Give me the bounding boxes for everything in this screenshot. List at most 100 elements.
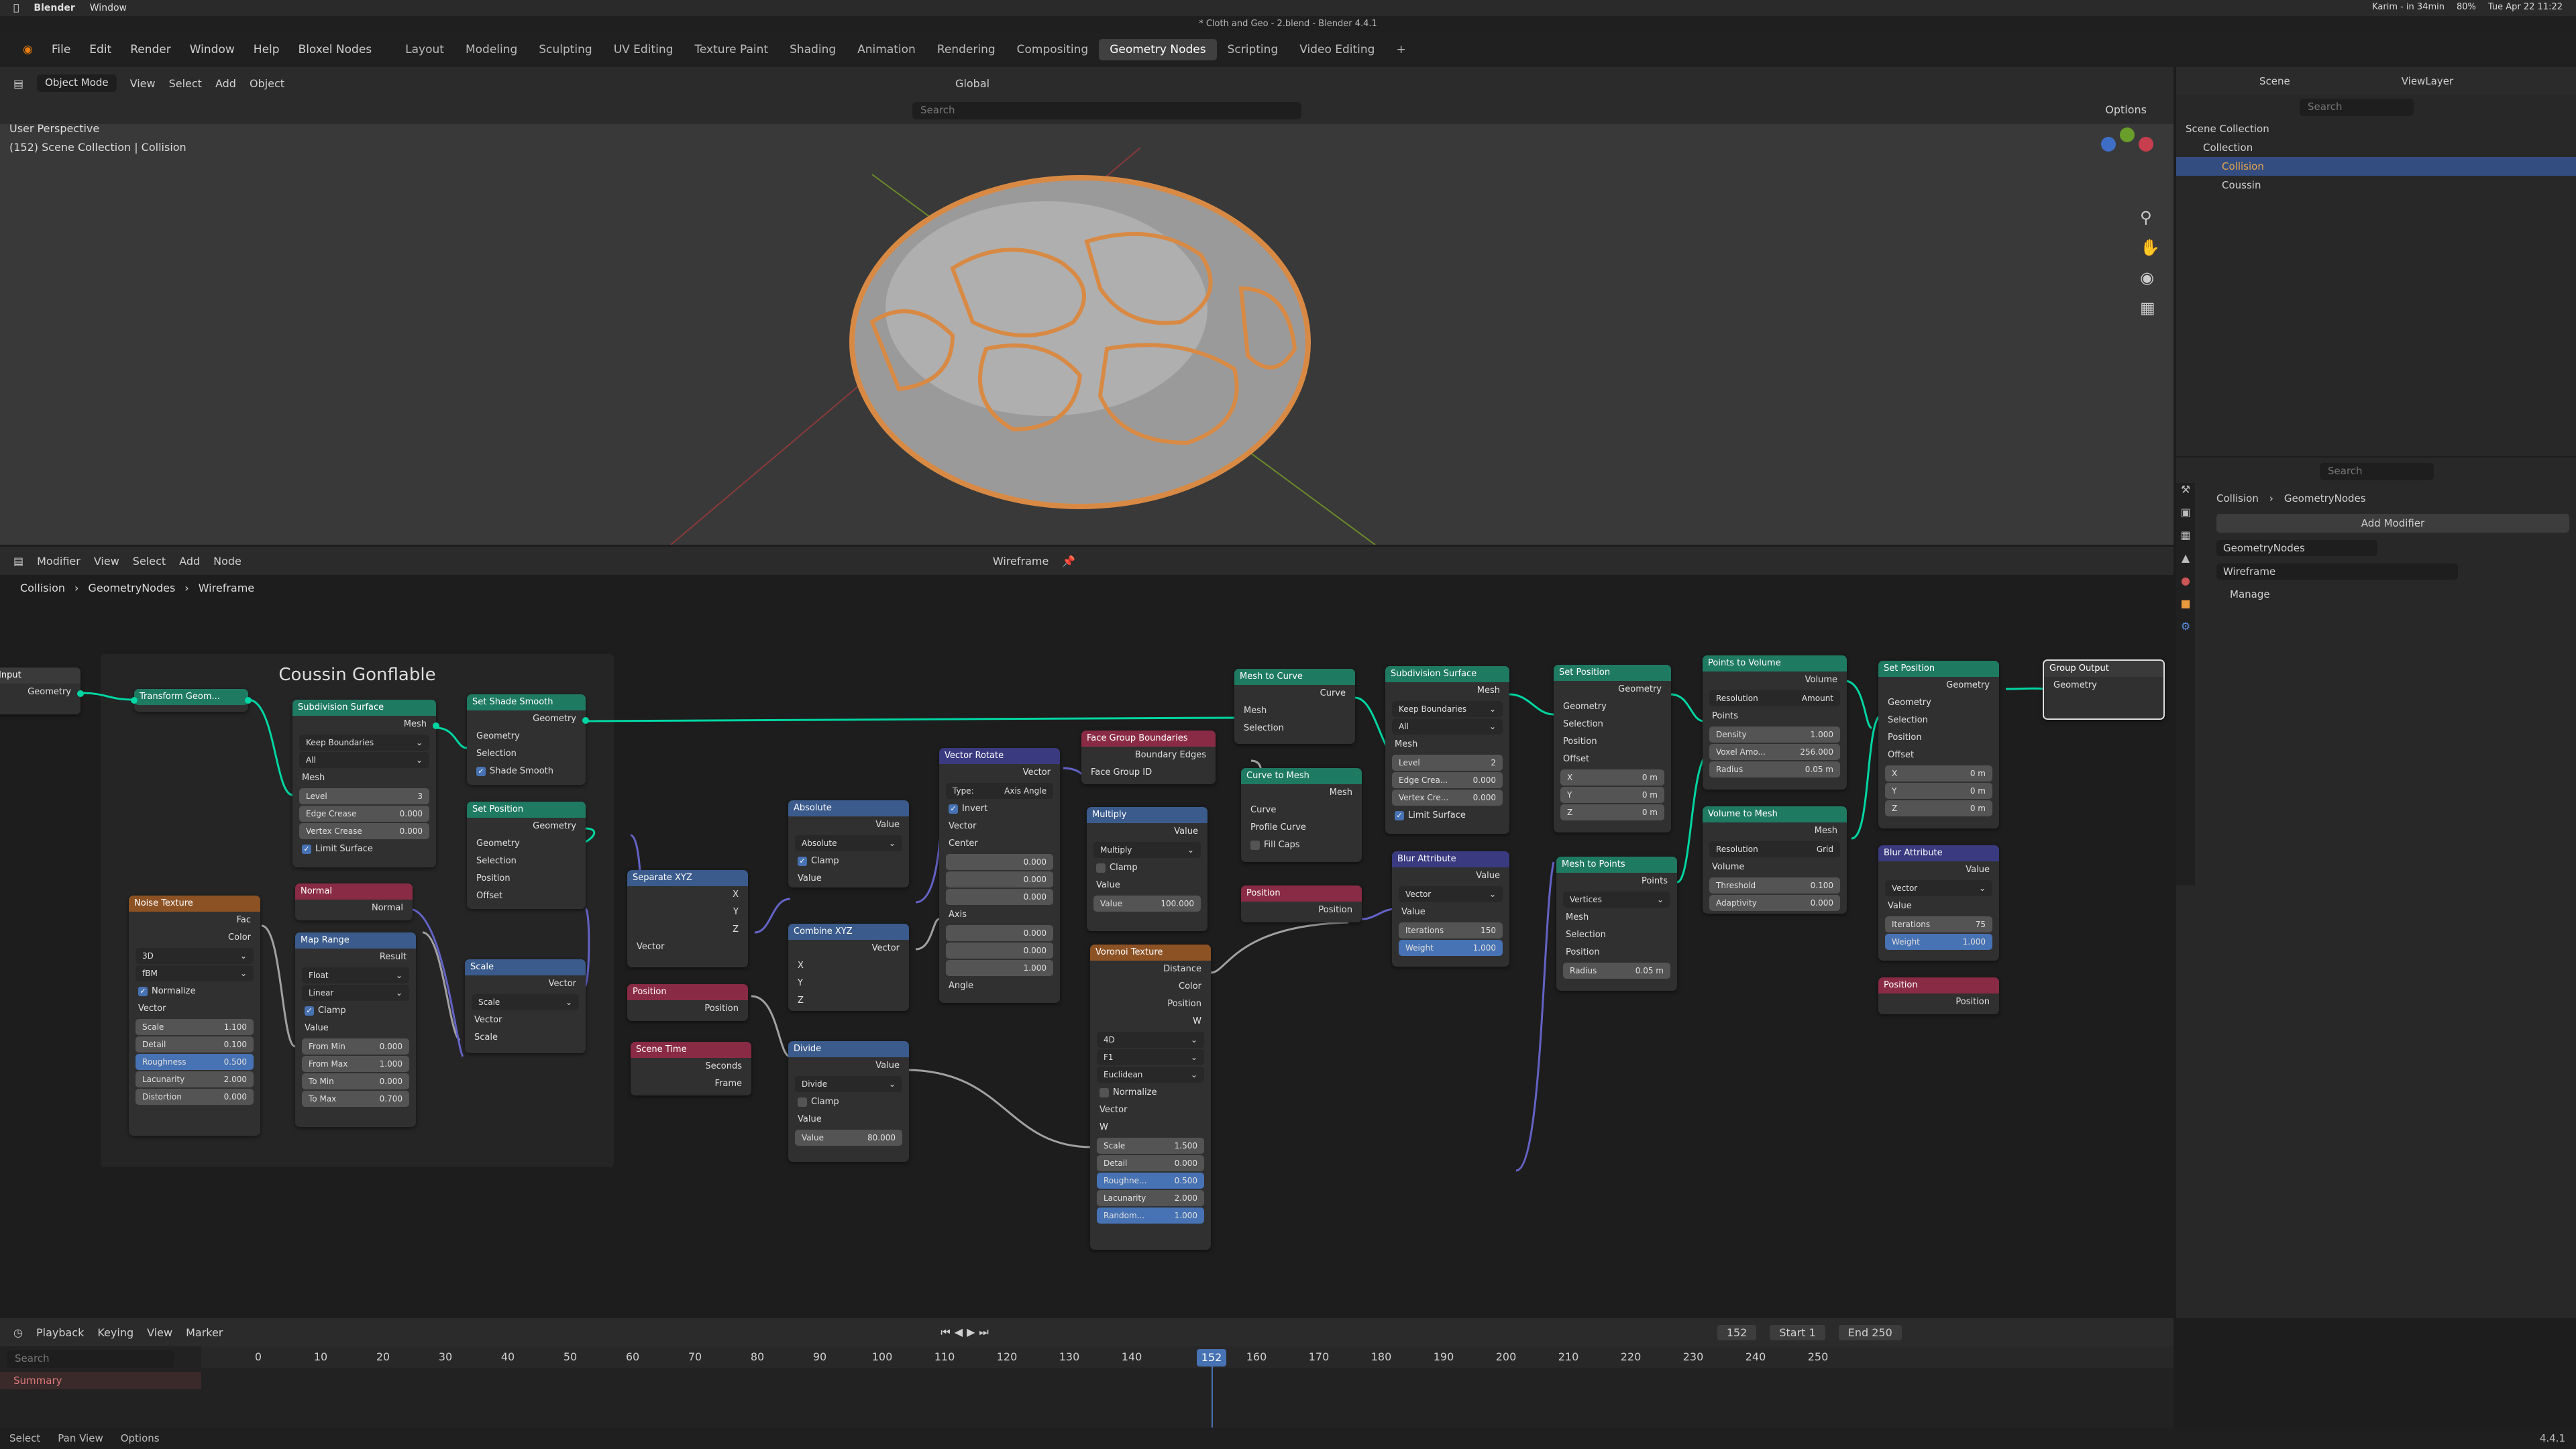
timeline-search[interactable]: Search (7, 1350, 174, 1368)
tab-video-editing[interactable]: Video Editing (1289, 39, 1385, 60)
node-position-1[interactable]: Position Position (627, 984, 748, 1021)
node-volume-to-mesh[interactable]: Volume to Mesh Mesh Resolution Grid Volum… (1703, 806, 1847, 914)
shade-smooth-checkbox[interactable]: ✓ Shade Smooth (467, 763, 586, 780)
viewport-menu-add[interactable]: Add (215, 77, 236, 90)
vertex-crease-field[interactable]: Vertex Cre... 0.000 (1392, 790, 1503, 806)
battery-status[interactable]: 80% (2457, 2, 2476, 12)
radius-field[interactable]: Radius 0.05 m (1709, 761, 1840, 777)
node-editor[interactable]: ▤ Modifier View Select Add Node Wirefram… (0, 547, 2174, 1318)
axis-x-field[interactable]: 0.000 (946, 925, 1053, 941)
menu-help[interactable]: Help (244, 43, 289, 56)
node-position-2[interactable]: Position Position (1241, 885, 1362, 922)
center-y-field[interactable]: 0.000 (946, 871, 1053, 888)
properties-panel[interactable]: Search Collision › GeometryNodes Add Mod… (2176, 458, 2576, 1318)
tab-sculpting[interactable]: Sculpting (528, 39, 602, 60)
type-dropdown[interactable]: Type: Axis Angle (946, 783, 1053, 799)
tab-texture-paint[interactable]: Texture Paint (684, 39, 779, 60)
viewport-menu-select[interactable]: Select (169, 77, 202, 90)
keep-boundaries-dropdown[interactable]: Keep Boundaries ⌄ (1392, 701, 1503, 717)
mac-app-name[interactable]: Blender (34, 3, 74, 13)
interpolation-dropdown[interactable]: Linear ⌄ (302, 985, 409, 1001)
node-absolute[interactable]: Absolute Value Absolute ⌄ ✓ Clamp Value (788, 800, 909, 888)
node-group-input[interactable]: Input Geometry (0, 667, 84, 714)
axis-x-icon[interactable] (2139, 137, 2153, 152)
3d-viewport[interactable]: ▤ Object Mode View Select Add Object Glo… (0, 67, 2174, 545)
normalize-checkbox[interactable]: Normalize (1090, 1084, 1211, 1102)
node-points-to-volume[interactable]: Points to Volume Volume Resolution Amount… (1703, 655, 1847, 790)
vertex-crease-field[interactable]: Vertex Crease 0.000 (299, 823, 429, 839)
properties-search[interactable]: Search (2320, 463, 2434, 480)
scale-field[interactable]: Scale 1.100 (136, 1019, 254, 1035)
metric-dropdown[interactable]: Euclidean ⌄ (1097, 1067, 1204, 1083)
outliner-scene-collection[interactable]: Scene Collection (2176, 119, 2576, 138)
to-min-field[interactable]: To Min 0.000 (302, 1073, 409, 1089)
viewport-options[interactable]: Options (2105, 103, 2147, 116)
node-subdivision-surface-2[interactable]: Subdivision Surface Mesh Keep Boundaries… (1385, 666, 1509, 834)
center-z-field[interactable]: 0.000 (946, 889, 1053, 905)
mac-menu-window[interactable]: Window (90, 3, 127, 13)
lacunarity-field[interactable]: Lacunarity 2.000 (1097, 1190, 1204, 1206)
node-divide[interactable]: Divide Value Divide ⌄ Clamp Value Value 80… (788, 1041, 909, 1162)
timeline-editor-icon[interactable]: ◷ (13, 1326, 23, 1339)
resolution-dropdown[interactable]: Resolution Grid (1709, 841, 1840, 857)
offset-z-field[interactable]: Z0 m (1885, 800, 1992, 816)
node-mesh-to-points[interactable]: Mesh to Points Points Vertices ⌄ Mesh Sel… (1556, 857, 1677, 991)
from-min-field[interactable]: From Min 0.000 (302, 1038, 409, 1055)
manage-panel[interactable]: Manage (2230, 585, 2569, 604)
radius-field[interactable]: Radius 0.05 m (1563, 963, 1670, 979)
tool-tab-icon[interactable]: ⚒ (2176, 483, 2195, 506)
roughness-field[interactable]: Roughne... 0.500 (1097, 1173, 1204, 1189)
node-subdivision-surface-1[interactable]: Subdivision Surface Mesh Keep Boundaries… (292, 700, 439, 867)
feature-dropdown[interactable]: F1 ⌄ (1097, 1049, 1204, 1065)
socket-out[interactable] (245, 697, 252, 704)
operation-dropdown[interactable]: Divide ⌄ (795, 1076, 902, 1092)
node-mesh-to-curve[interactable]: Mesh to Curve Curve Mesh Selection (1234, 669, 1355, 744)
output-tab-icon[interactable]: ▦ (2176, 529, 2195, 551)
pan-hand-icon[interactable]: ✋ (2140, 238, 2160, 257)
offset-x-field[interactable]: X0 m (1560, 769, 1664, 786)
edge-crease-field[interactable]: Edge Crea... 0.000 (1392, 772, 1503, 788)
distortion-field[interactable]: Distortion 0.000 (136, 1089, 254, 1105)
menu-render[interactable]: Render (121, 43, 180, 56)
lacunarity-field[interactable]: Lacunarity 2.000 (136, 1071, 254, 1087)
axis-y-icon[interactable] (2120, 127, 2135, 142)
data-type-dropdown[interactable]: Float ⌄ (302, 967, 409, 983)
node-set-shade-smooth[interactable]: Set Shade Smooth Geometry Geometry Selec… (467, 694, 589, 785)
node-combine-xyz[interactable]: Combine XYZ Vector X Y Z (788, 924, 909, 1011)
tab-compositing[interactable]: Compositing (1006, 39, 1099, 60)
add-workspace-icon[interactable]: + (1385, 39, 1416, 60)
socket-mesh-out[interactable] (433, 722, 439, 729)
axis-z-icon[interactable] (2101, 137, 2116, 152)
iterations-field[interactable]: Iterations 75 (1885, 916, 1992, 932)
viewport-menu-view[interactable]: View (130, 77, 156, 90)
noise-type-dropdown[interactable]: fBM ⌄ (136, 965, 254, 981)
outliner-search[interactable]: Search (2300, 99, 2414, 116)
outliner-collision[interactable]: Collision (2176, 157, 2576, 176)
current-frame-field[interactable]: 152 (1717, 1324, 1757, 1340)
offset-z-field[interactable]: Z0 m (1560, 804, 1664, 820)
node-voronoi-texture[interactable]: Voronoi Texture Distance Color Position … (1090, 945, 1211, 1250)
level-field[interactable]: Level 3 (299, 788, 429, 804)
menu-window[interactable]: Window (180, 43, 244, 56)
weight-field[interactable]: Weight 1.000 (1885, 934, 1992, 950)
dimension-dropdown[interactable]: 4D ⌄ (1097, 1032, 1204, 1048)
density-field[interactable]: Density 1.000 (1709, 727, 1840, 743)
add-modifier-button[interactable]: Add Modifier (2216, 514, 2569, 533)
tab-scripting[interactable]: Scripting (1217, 39, 1289, 60)
orientation-dropdown[interactable]: Global (955, 77, 989, 90)
operation-dropdown[interactable]: Absolute ⌄ (795, 835, 902, 851)
apple-icon[interactable]:  (13, 3, 19, 13)
end-frame-field[interactable]: End 250 (1838, 1324, 1902, 1340)
tab-uv-editing[interactable]: UV Editing (603, 39, 684, 60)
object-tab-icon[interactable]: ■ (2176, 597, 2195, 620)
breadcrumb-modifier[interactable]: GeometryNodes (2284, 492, 2366, 504)
timeline-menu-marker[interactable]: Marker (186, 1326, 223, 1339)
scene-tab-icon[interactable]: ▲ (2176, 551, 2195, 574)
node-multiply[interactable]: Multiply Value Multiply ⌄ Clamp Value Val… (1087, 807, 1208, 931)
frame-ruler[interactable]: 0 10 20 30 40 50 60 70 80 90 100 110 120… (201, 1346, 2174, 1368)
data-type-dropdown[interactable]: Vector ⌄ (1399, 886, 1503, 902)
tab-modeling[interactable]: Modeling (455, 39, 528, 60)
operation-dropdown[interactable]: Multiply ⌄ (1093, 842, 1201, 858)
keep-boundaries-dropdown[interactable]: Keep Boundaries ⌄ (299, 735, 429, 751)
socket-out[interactable] (582, 717, 589, 724)
